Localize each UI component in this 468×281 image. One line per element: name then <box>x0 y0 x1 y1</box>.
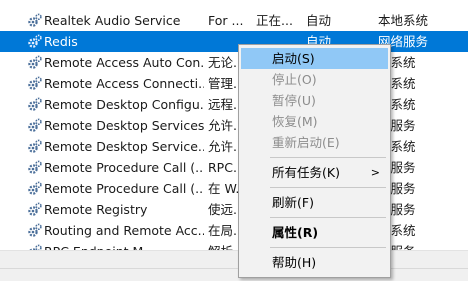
menu-item-label: 启动(S) <box>272 51 315 66</box>
menu-item[interactable]: 启动(S) <box>241 48 388 69</box>
menu-separator <box>270 217 386 218</box>
gear-icon <box>27 201 43 217</box>
service-logon-as: 地系统 <box>378 139 416 154</box>
table-row[interactable]: Remote Procedure Call (... 在 W... 络服务 <box>0 178 468 199</box>
service-name: RPC Endpoint M... <box>44 243 204 250</box>
gear-icon <box>27 12 43 28</box>
service-name: Remote Registry <box>44 202 148 217</box>
table-row[interactable]: Redis 自动 网络服务 <box>0 31 468 52</box>
chevron-right-icon: > <box>370 166 380 179</box>
menu-separator <box>270 157 386 158</box>
menu-item-label: 所有任务(K) <box>272 165 340 180</box>
gear-icon <box>27 222 43 238</box>
table-row[interactable]: Remote Registry 使远... 地服务 <box>0 199 468 220</box>
service-name: Routing and Remote Acc... <box>44 223 204 238</box>
menu-item[interactable]: 所有任务(K) > <box>241 162 388 183</box>
table-row[interactable]: Remote Access Connecti... 管理... 地系统 <box>0 73 468 94</box>
table-row[interactable]: Remote Procedure Call (... RPC... 络服务 <box>0 157 468 178</box>
table-row[interactable]: Remote Desktop Services 允许... 络服务 <box>0 115 468 136</box>
menu-item: 暂停(U) <box>241 90 388 111</box>
service-status: 正在... <box>256 13 293 28</box>
gear-icon <box>27 96 43 112</box>
gear-icon <box>27 75 43 91</box>
menu-item: 重新启动(E) <box>241 132 388 153</box>
gear-icon <box>27 138 43 154</box>
table-row[interactable]: Remote Desktop Service... 允许... 地系统 <box>0 136 468 157</box>
service-name: Remote Access Connecti... <box>44 76 204 91</box>
menu-item: 恢复(M) <box>241 111 388 132</box>
service-startup-type: 自动 <box>306 13 332 28</box>
service-name: Remote Procedure Call (... <box>44 160 204 175</box>
service-name: Remote Desktop Configu... <box>44 97 204 112</box>
service-logon-as: 地系统 <box>378 223 416 238</box>
menu-item: 停止(O) <box>241 69 388 90</box>
service-logon-as: 络服务 <box>378 181 416 196</box>
menu-item[interactable]: 刷新(F) <box>241 192 388 213</box>
table-row[interactable]: Remote Access Auto Con... 无论... 地系统 <box>0 52 468 73</box>
service-logon-as: 地服务 <box>378 202 416 217</box>
service-logon-as: 络服务 <box>378 118 416 133</box>
menu-item-label: 重新启动(E) <box>272 135 340 150</box>
table-row[interactable]: RPC Endpoint M...解析...络服务 <box>0 241 468 250</box>
table-row[interactable]: Remote Desktop Configu... 远程... 地系统 <box>0 94 468 115</box>
menu-item-label: 帮助(H) <box>272 255 317 270</box>
menu-separator <box>270 247 386 248</box>
services-list[interactable]: Realtek Audio Service For ... 正在... 自动 本地系统 … <box>0 0 468 250</box>
service-name: Remote Access Auto Con... <box>44 55 204 70</box>
table-row[interactable]: Realtek Audio Service For ... 正在... 自动 本地系统 <box>0 10 468 31</box>
menu-item-label: 刷新(F) <box>272 195 314 210</box>
table-row[interactable]: Routing and Remote Acc... 在局... 地系统 <box>0 220 468 241</box>
gear-icon <box>27 33 43 49</box>
menu-item-label: 属性(R) <box>272 225 319 240</box>
service-logon-as: 地系统 <box>378 97 416 112</box>
gear-icon <box>27 54 43 70</box>
menu-item-label: 暂停(U) <box>272 93 316 108</box>
service-name: Remote Procedure Call (... <box>44 181 204 196</box>
service-name: Remote Desktop Services <box>44 118 204 133</box>
menu-item-label: 停止(O) <box>272 72 317 87</box>
menu-item[interactable]: 帮助(H) <box>241 252 388 273</box>
menu-item-label: 恢复(M) <box>272 114 318 129</box>
service-logon-as: 地系统 <box>378 55 416 70</box>
service-logon-as: 网络服务 <box>378 34 429 49</box>
context-menu: 启动(S) 停止(O) 暂停(U) 恢复(M) 重新启动(E) 所有任务(K) > 刷新(F)… <box>238 44 391 278</box>
service-logon-as: 络服务 <box>378 160 416 175</box>
service-logon-as: 络服务 <box>378 243 468 250</box>
gear-icon <box>27 159 43 175</box>
service-name: Realtek Audio Service <box>44 13 181 28</box>
menu-item[interactable]: 属性(R) <box>241 222 388 243</box>
service-name: Remote Desktop Service... <box>44 139 204 154</box>
service-logon-as: 地系统 <box>378 76 416 91</box>
gear-icon <box>27 243 43 250</box>
service-logon-as: 本地系统 <box>378 13 429 28</box>
horizontal-scrollbar[interactable] <box>0 250 468 269</box>
gear-icon <box>27 117 43 133</box>
gear-icon <box>27 180 43 196</box>
status-bar <box>0 268 468 281</box>
service-description: For ... <box>208 13 244 28</box>
menu-separator <box>270 187 386 188</box>
service-name: Redis <box>44 34 78 49</box>
